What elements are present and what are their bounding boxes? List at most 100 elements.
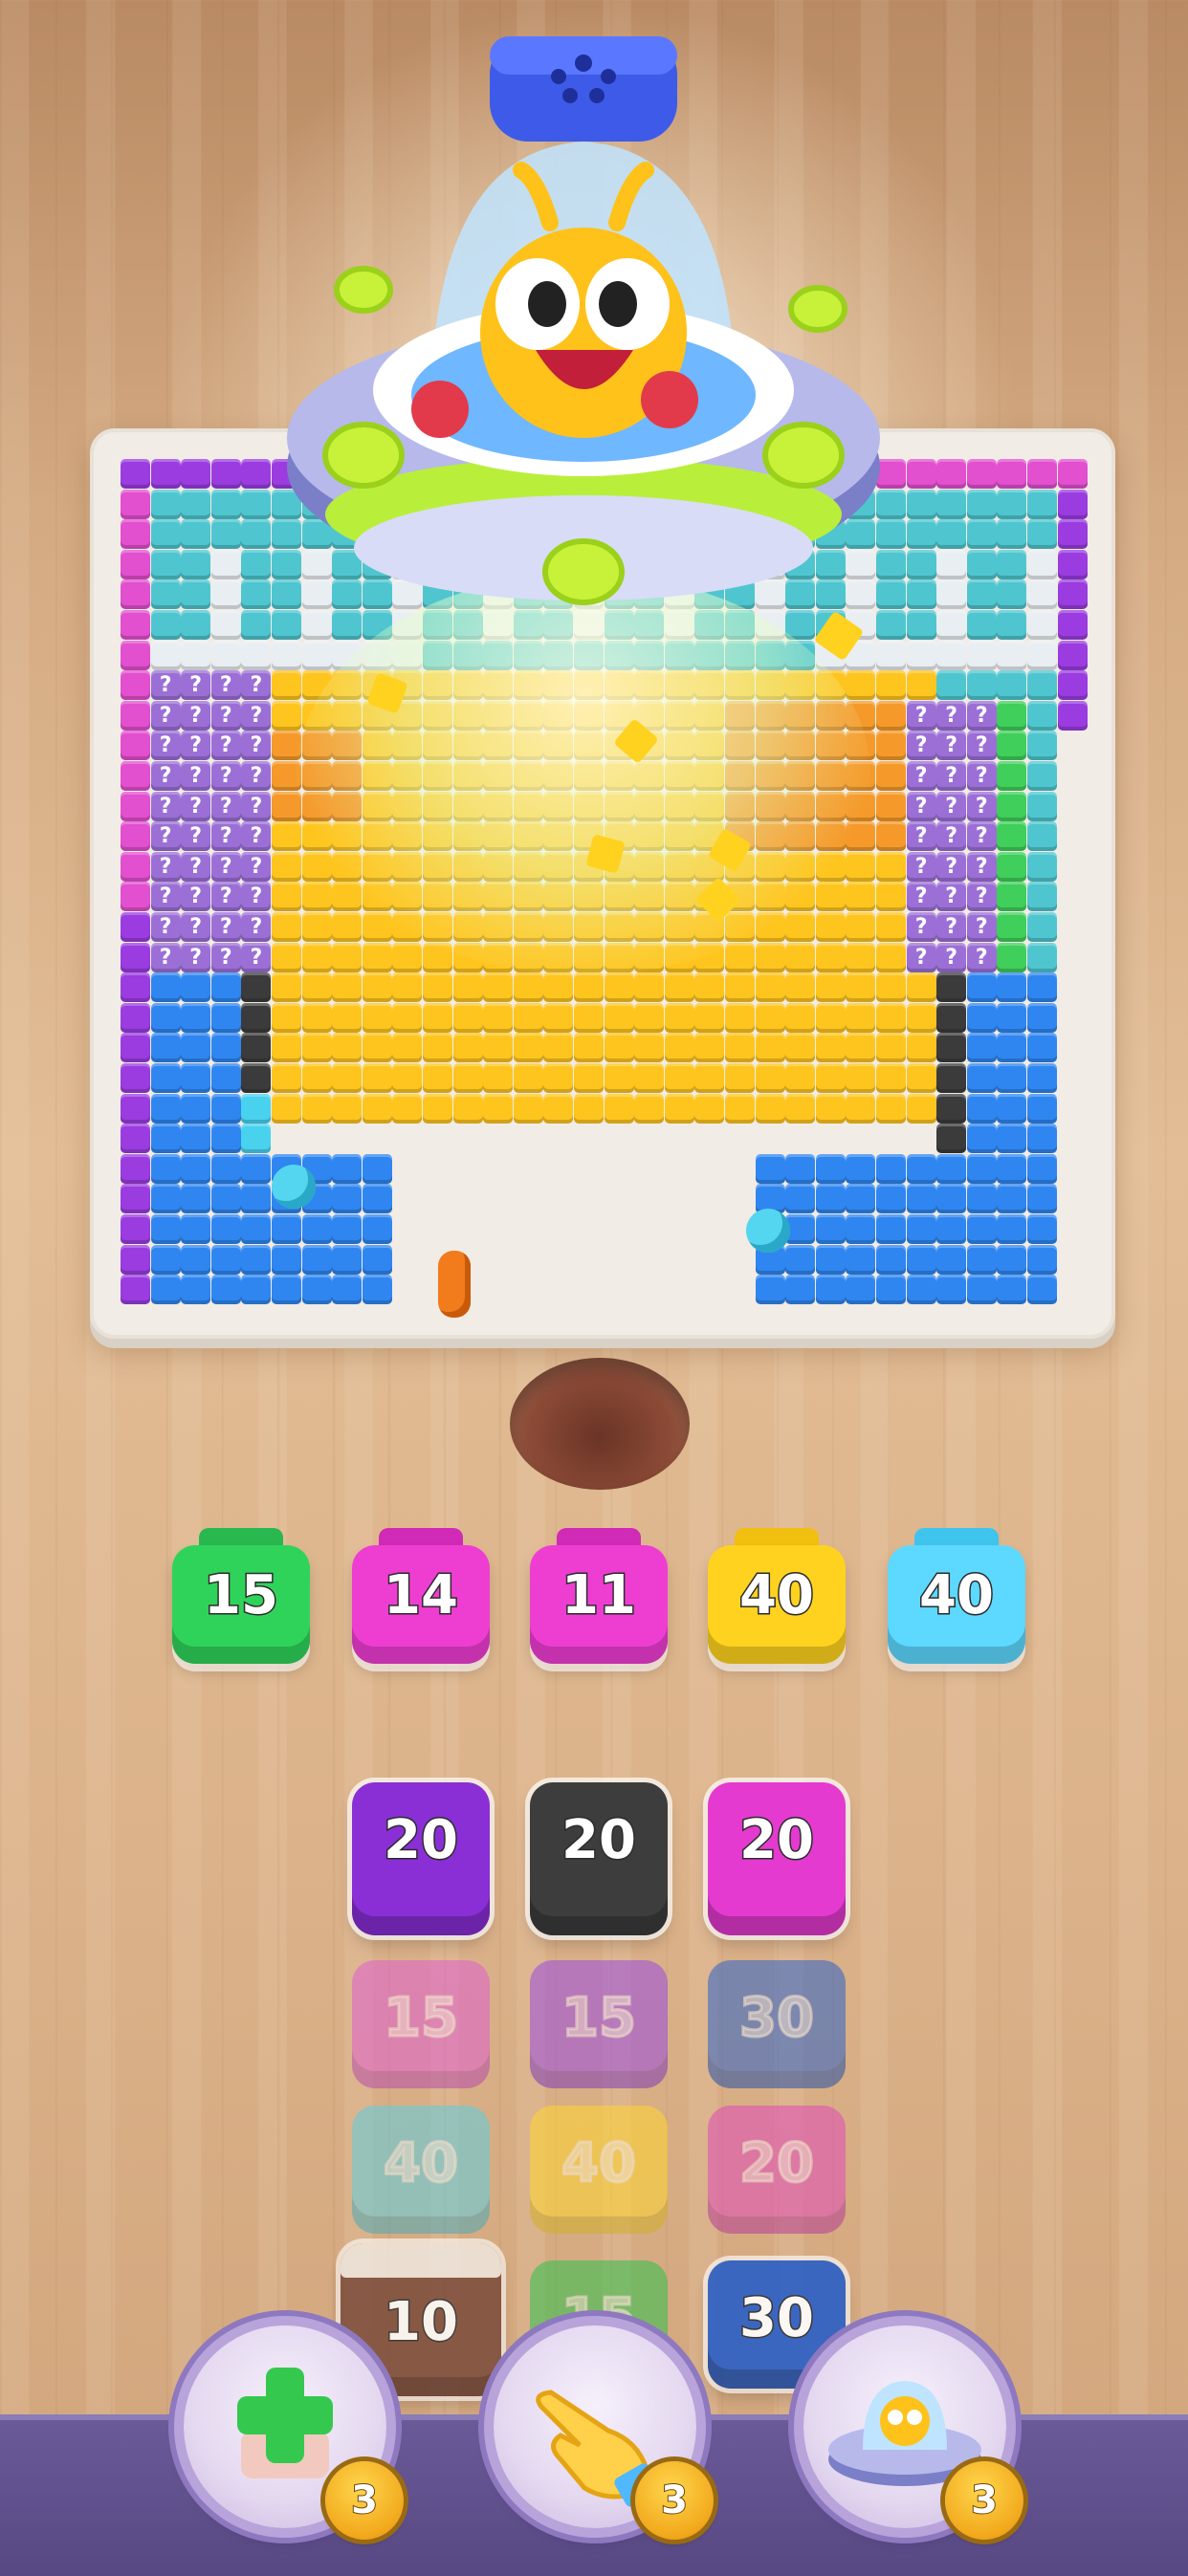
pixel-cell: [301, 1063, 332, 1093]
pixel-cell: [906, 489, 936, 519]
pixel-cell: [755, 1275, 785, 1305]
hidden-pixel: ?: [150, 851, 181, 882]
pixel-cell: [755, 1063, 785, 1093]
pixel-cell: [936, 972, 967, 1003]
pixel-cell: [301, 942, 332, 972]
pixel-cell: [210, 1033, 241, 1063]
pixel-cell: [150, 1275, 181, 1305]
pixel-cell: [210, 549, 241, 579]
pixel-cell: [362, 1184, 392, 1214]
pixel-cell: [936, 1184, 967, 1214]
pixel-cell: [997, 761, 1027, 791]
pixel-cell: [210, 1063, 241, 1093]
jar-count: 14: [383, 1563, 460, 1628]
pixel-cell: [452, 1033, 483, 1063]
hidden-pixel: ?: [241, 670, 272, 701]
pixel-cell: [362, 1093, 392, 1124]
pixel-cell: [997, 579, 1027, 610]
pixel-cell: [906, 670, 936, 701]
pixel-cell: [150, 1214, 181, 1244]
pixel-cell: [332, 1093, 363, 1124]
pixel-cell: [997, 1002, 1027, 1033]
queue-tile[interactable]: 20: [530, 1782, 668, 1935]
pixel-cell: [997, 1124, 1027, 1154]
pixel-cell: [181, 519, 211, 550]
pixel-cell: [150, 519, 181, 550]
pixel-cell: [604, 1002, 634, 1033]
pixel-cell: [362, 1033, 392, 1063]
pixel-cell: [513, 1093, 543, 1124]
pixel-cell: [362, 1275, 392, 1305]
hidden-pixel: ?: [966, 761, 997, 791]
jar-slot[interactable]: 11: [530, 1528, 668, 1671]
pixel-cell: [301, 1244, 332, 1275]
hidden-pixel: ?: [241, 821, 272, 852]
pixel-cell: [846, 1184, 876, 1214]
pixel-cell: [121, 1275, 150, 1305]
pixel-cell: [210, 1002, 241, 1033]
pixel-cell: [906, 1063, 936, 1093]
pixel-cell: [664, 1093, 694, 1124]
pixel-cell: [936, 640, 967, 670]
pixel-cell: [906, 1093, 936, 1124]
pixel-cell: [301, 972, 332, 1003]
pixel-cell: [725, 1093, 755, 1124]
pixel-cell: [121, 1184, 150, 1214]
pixel-cell: [513, 1063, 543, 1093]
pixel-cell: [121, 610, 150, 640]
pixel-cell: [150, 579, 181, 610]
pixel-cell: [241, 579, 272, 610]
pixel-cell: [876, 579, 906, 610]
pixel-cell: [1057, 459, 1088, 489]
pixel-cell: [272, 821, 301, 852]
pixel-cell: [362, 1002, 392, 1033]
jar-slot[interactable]: 14: [352, 1528, 490, 1671]
booster-hand-button[interactable]: 3: [494, 2325, 714, 2540]
pixel-cell: [241, 972, 272, 1003]
pixel-cell: [664, 972, 694, 1003]
pixel-cell: [997, 1244, 1027, 1275]
booster-ufo-button[interactable]: 3: [803, 2325, 1023, 2540]
hidden-pixel: ?: [966, 912, 997, 942]
hidden-pixel: ?: [210, 821, 241, 852]
pixel-cell: [362, 942, 392, 972]
pixel-cell: [362, 1214, 392, 1244]
pixel-cell: [121, 731, 150, 761]
pixel-cell: [272, 912, 301, 942]
pixel-cell: [906, 610, 936, 640]
pixel-cell: [241, 1244, 272, 1275]
pixel-cell: [966, 610, 997, 640]
pixel-cell: [997, 851, 1027, 882]
pixel-cell: [997, 459, 1027, 489]
pixel-cell: [876, 670, 906, 701]
pixel-cell: [997, 912, 1027, 942]
pixel-cell: [1027, 851, 1057, 882]
hidden-pixel: ?: [241, 700, 272, 731]
hidden-pixel: ?: [906, 942, 936, 972]
hidden-pixel: ?: [241, 731, 272, 761]
booster-add-slot-button[interactable]: 3: [184, 2325, 404, 2540]
pixel-cell: [876, 549, 906, 579]
pixel-cell: [966, 549, 997, 579]
pixel-cell: [966, 1093, 997, 1124]
pixel-cell: [997, 1184, 1027, 1214]
queue-tile: 15: [530, 1960, 668, 2088]
pixel-cell: [846, 882, 876, 912]
pixel-cell: [301, 1002, 332, 1033]
pixel-cell: [755, 1153, 785, 1184]
jar-slot[interactable]: 40: [888, 1528, 1025, 1671]
jar-slot[interactable]: 15: [172, 1528, 310, 1671]
hidden-pixel: ?: [966, 882, 997, 912]
pixel-cell: [332, 912, 363, 942]
pixel-cell: [785, 1033, 816, 1063]
hidden-pixel: ?: [906, 731, 936, 761]
pixel-cell: [241, 549, 272, 579]
queue-tile[interactable]: 20: [708, 1782, 846, 1935]
pixel-cell: [210, 640, 241, 670]
jar-slot[interactable]: 40: [708, 1528, 846, 1671]
hidden-pixel: ?: [906, 700, 936, 731]
hidden-pixel: ?: [936, 882, 967, 912]
queue-tile[interactable]: 20: [352, 1782, 490, 1935]
pixel-cell: [694, 972, 725, 1003]
pixel-cell: [1027, 1093, 1057, 1124]
